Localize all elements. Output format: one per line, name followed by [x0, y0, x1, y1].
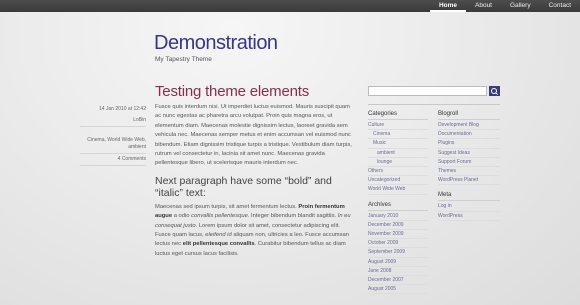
search-button[interactable] — [489, 86, 500, 96]
meta-item[interactable]: Log in — [438, 202, 500, 212]
post-subheading: Next paragraph have some “bold” and “ita… — [155, 174, 332, 199]
archive-item[interactable]: November 2009 — [368, 230, 428, 240]
post-paragraph: Fusce quis interdum nisi. Ut imperdiet l… — [155, 104, 352, 167]
archive-item[interactable]: August 2005 — [368, 285, 428, 295]
archive-item[interactable]: October 2009 — [368, 239, 428, 249]
blogroll-title: Blogroll — [438, 110, 500, 120]
category-item[interactable]: ambient — [368, 149, 428, 158]
post: Testing theme elements Fusce quis interd… — [155, 83, 355, 265]
blogroll-item[interactable]: Support Forum — [438, 158, 500, 168]
blogroll-item[interactable]: Plugins — [438, 139, 500, 149]
nav-home[interactable]: Home — [429, 0, 466, 12]
sidebar-divider — [368, 104, 500, 105]
archive-item[interactable]: December 2009 — [368, 221, 428, 231]
blogroll-item[interactable]: Development Blog — [438, 121, 500, 131]
archive-item[interactable]: August 2009 — [368, 258, 428, 267]
search-form — [368, 86, 500, 97]
categories-title: Categories — [368, 110, 428, 120]
top-bar: Home About Gallery Contact — [0, 0, 580, 12]
site-description: My Tapestry Theme — [155, 56, 212, 63]
blogroll-widget: Blogroll Development Blog Documentation … — [438, 110, 500, 221]
nav-gallery[interactable]: Gallery — [501, 0, 540, 12]
post-title[interactable]: Testing theme elements — [155, 83, 355, 100]
post-meta: 14 Jan 2010 at 12:42 LoBin Cinema, World… — [80, 104, 146, 166]
post-author[interactable]: LoBin — [80, 115, 146, 127]
blogroll-item[interactable]: Documentation — [438, 130, 500, 140]
archive-item[interactable]: June 2008 — [368, 267, 428, 277]
blogroll-item[interactable]: WordPress Planet — [438, 176, 500, 186]
post-paragraph-2: Maecenas sed ipsum turpis, sit amet ferm… — [155, 203, 351, 257]
nav-contact[interactable]: Contact — [540, 0, 580, 12]
category-item[interactable]: Culture — [368, 121, 428, 131]
archives-title: Archives — [368, 201, 428, 211]
categories-widget: Categories Culture Cinema Music ambient … — [368, 110, 428, 295]
category-item[interactable]: Cinema — [368, 130, 428, 140]
search-input[interactable] — [368, 86, 487, 96]
category-item[interactable]: World Wide Web — [368, 185, 428, 195]
archive-item[interactable]: September 2009 — [368, 248, 428, 258]
blogroll-item[interactable]: Suggest Ideas — [438, 149, 500, 158]
main-nav: Home About Gallery Contact — [429, 0, 580, 12]
category-item[interactable]: Music — [368, 139, 428, 149]
post-date: 14 Jan 2010 at 12:42 — [99, 106, 146, 112]
nav-about[interactable]: About — [466, 0, 501, 12]
post-categories[interactable]: Cinema, World Wide Web, ambient — [80, 127, 146, 154]
blogroll-item[interactable]: Themes — [438, 167, 500, 177]
category-item[interactable]: Uncategorized — [368, 176, 428, 186]
meta-item[interactable]: WordPress — [438, 212, 500, 221]
archive-item[interactable]: January 2010 — [368, 212, 428, 221]
category-item[interactable]: lounge — [368, 158, 428, 168]
meta-title: Meta — [438, 191, 500, 202]
site-title[interactable]: Demonstration — [154, 32, 278, 55]
archive-item[interactable]: December 2007 — [368, 276, 428, 286]
post-comments-link[interactable]: 4 Comments — [80, 154, 146, 166]
category-item[interactable]: Others — [368, 167, 428, 177]
